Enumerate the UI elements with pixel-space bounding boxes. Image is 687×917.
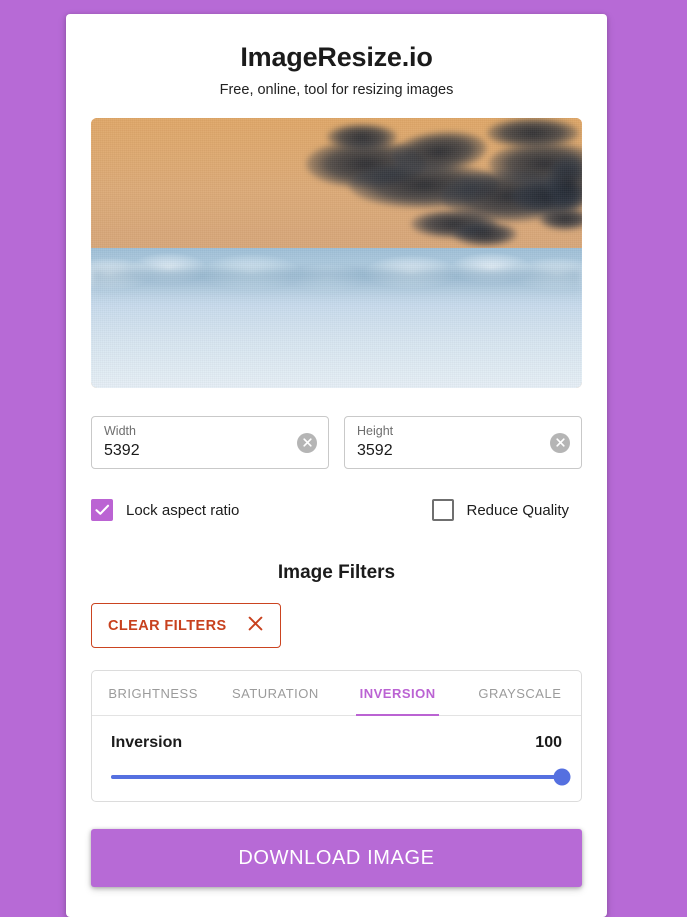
reduce-quality-checkbox[interactable]: [431, 499, 454, 522]
filter-panel: BRIGHTNESS SATURATION INVERSION GRAYSCAL…: [91, 670, 582, 803]
width-input[interactable]: 5392: [104, 440, 318, 462]
clear-filters-button[interactable]: CLEAR FILTERS: [91, 603, 281, 649]
filter-tabs: BRIGHTNESS SATURATION INVERSION GRAYSCAL…: [92, 671, 581, 717]
height-field[interactable]: Height 3592: [344, 416, 582, 470]
slider-value: 100: [535, 734, 562, 752]
width-field[interactable]: Width 5392: [91, 416, 329, 470]
close-x-icon: [247, 615, 264, 636]
clear-filters-label: CLEAR FILTERS: [108, 617, 227, 634]
slider-thumb[interactable]: [553, 768, 571, 786]
lock-aspect-ratio-option[interactable]: Lock aspect ratio: [91, 499, 242, 522]
height-input[interactable]: 3592: [357, 440, 571, 462]
lock-aspect-ratio-checkbox[interactable]: [91, 499, 113, 522]
app-card: ImageResize.io Free, online, tool for re…: [66, 14, 607, 917]
tab-brightness[interactable]: BRIGHTNESS: [92, 671, 214, 715]
filters-heading: Image Filters: [277, 562, 396, 584]
image-preview: [91, 118, 582, 389]
slider-header: Inversion 100: [111, 734, 562, 752]
option-checkboxes: Lock aspect ratio Reduce Quality: [91, 499, 583, 522]
clear-height-icon[interactable]: [550, 432, 570, 453]
preview-ground: [91, 248, 582, 389]
tab-inversion[interactable]: INVERSION: [337, 671, 459, 717]
download-image-button[interactable]: DOWNLOAD IMAGE: [91, 829, 582, 888]
dimension-fields: Width 5392 Height 3592: [91, 416, 582, 470]
height-label: Height: [357, 424, 394, 439]
tab-grayscale[interactable]: GRAYSCALE: [459, 671, 581, 715]
page-title: ImageResize.io: [240, 42, 433, 72]
lock-aspect-ratio-label: Lock aspect ratio: [126, 501, 240, 519]
page-subtitle: Free, online, tool for resizing images: [219, 82, 454, 99]
slider-label: Inversion: [111, 734, 183, 752]
inversion-slider[interactable]: [111, 768, 571, 786]
reduce-quality-label: Reduce Quality: [466, 501, 570, 519]
filter-slider-area: Inversion 100: [92, 716, 581, 801]
tab-saturation[interactable]: SATURATION: [214, 671, 336, 715]
clear-width-icon[interactable]: [297, 432, 317, 453]
reduce-quality-option[interactable]: Reduce Quality: [242, 499, 583, 522]
preview-haze-band: [91, 270, 582, 300]
slider-fill: [111, 775, 562, 780]
width-label: Width: [104, 424, 136, 439]
